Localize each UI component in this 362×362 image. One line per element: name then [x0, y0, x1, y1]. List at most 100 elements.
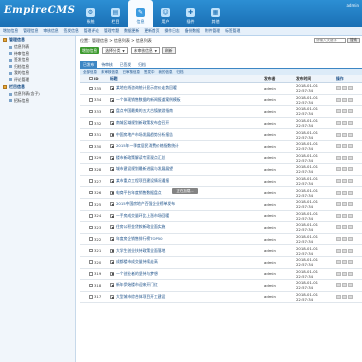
- view-button[interactable]: [348, 271, 353, 276]
- edit-button[interactable]: [336, 260, 341, 265]
- edit-button[interactable]: [336, 97, 341, 102]
- menu-item[interactable]: 签发信息: [64, 28, 79, 34]
- refresh-button[interactable]: 刷新: [161, 47, 176, 54]
- row-checkbox[interactable]: [89, 202, 93, 206]
- delete-button[interactable]: [342, 213, 347, 218]
- delete-button[interactable]: [342, 271, 347, 276]
- row-checkbox[interactable]: [89, 86, 93, 91]
- category-select[interactable]: 选择分类 ▼: [102, 47, 128, 54]
- nav-tab-2[interactable]: ✎ 信息: [128, 0, 153, 27]
- nav-tab-4[interactable]: ✚ 插件: [178, 0, 203, 27]
- filter-link[interactable]: 归档: [177, 70, 184, 75]
- row-title-link[interactable]: 大学生创业扶持政策全面落地: [116, 248, 165, 254]
- menu-item[interactable]: 附件管理: [205, 28, 220, 34]
- edit-button[interactable]: [336, 132, 341, 137]
- filter-select[interactable]: 未审核信息 ▼: [130, 47, 160, 54]
- edit-button[interactable]: [336, 271, 341, 276]
- edit-button[interactable]: [336, 121, 341, 126]
- row-title-link[interactable]: 楼市新政策解读专家观点汇总: [116, 155, 165, 161]
- edit-button[interactable]: [336, 167, 341, 172]
- edit-button[interactable]: [336, 202, 341, 207]
- row-title-link[interactable]: 大型城市综合体项目开工建设: [116, 294, 165, 300]
- menu-item[interactable]: 操作日志: [165, 28, 180, 34]
- view-button[interactable]: [348, 86, 353, 91]
- menu-item[interactable]: 管理信息: [23, 28, 38, 34]
- row-checkbox[interactable]: [89, 167, 93, 172]
- view-button[interactable]: [348, 294, 353, 299]
- row-title-link[interactable]: 一个体现销售数据的新闻报道案例模板: [116, 97, 181, 103]
- row-title-link[interactable]: 一手房成交量环比上涨市场回暖: [116, 213, 169, 219]
- tab-3[interactable]: 归档: [135, 61, 149, 68]
- menu-item[interactable]: 数据更新: [124, 28, 139, 34]
- sidebar-group[interactable]: 管理信息: [0, 36, 75, 44]
- search-input[interactable]: [314, 37, 346, 43]
- view-button[interactable]: [348, 283, 353, 288]
- view-button[interactable]: [348, 121, 353, 126]
- row-title-link[interactable]: 2015中国房地产百强企业榜单发布: [116, 201, 175, 207]
- delete-button[interactable]: [342, 86, 347, 91]
- delete-button[interactable]: [342, 283, 347, 288]
- delete-button[interactable]: [342, 237, 347, 242]
- delete-button[interactable]: [342, 97, 347, 102]
- view-button[interactable]: [348, 144, 353, 149]
- delete-button[interactable]: [342, 202, 347, 207]
- filter-link[interactable]: 签发中: [144, 70, 155, 75]
- edit-button[interactable]: [336, 294, 341, 299]
- search-button[interactable]: 搜索: [347, 37, 360, 43]
- delete-button[interactable]: [342, 132, 347, 137]
- delete-button[interactable]: [342, 109, 347, 114]
- delete-button[interactable]: [342, 190, 347, 195]
- row-checkbox[interactable]: [89, 156, 93, 160]
- row-checkbox[interactable]: [89, 237, 93, 241]
- edit-button[interactable]: [336, 155, 341, 160]
- row-checkbox[interactable]: [89, 272, 93, 276]
- row-checkbox[interactable]: [89, 283, 93, 288]
- row-title-link[interactable]: 一个创业者的坚持与梦想: [116, 271, 158, 277]
- view-button[interactable]: [348, 109, 353, 114]
- row-checkbox[interactable]: [89, 132, 93, 137]
- filter-link[interactable]: 我的信息: [159, 70, 173, 75]
- sidebar-item[interactable]: 招标信息: [0, 98, 75, 105]
- edit-button[interactable]: [336, 179, 341, 184]
- view-button[interactable]: [348, 132, 353, 137]
- filter-link[interactable]: 全部信息: [83, 70, 97, 75]
- filter-link[interactable]: 未审核信息: [101, 70, 119, 75]
- row-title-link[interactable]: 2015年一季度居民消费价格指数统计: [116, 143, 179, 149]
- edit-button[interactable]: [336, 213, 341, 218]
- row-title-link[interactable]: 住房公积金贷款新政全面实施: [116, 224, 165, 230]
- row-title-link[interactable]: 成都楼市成交量持续走高: [116, 259, 158, 265]
- view-button[interactable]: [348, 213, 353, 218]
- sidebar-group[interactable]: 栏目信息: [0, 83, 75, 91]
- menu-item[interactable]: 标签管理: [225, 28, 240, 34]
- view-button[interactable]: [348, 190, 353, 195]
- row-checkbox[interactable]: [89, 144, 93, 149]
- edit-button[interactable]: [336, 237, 341, 242]
- view-button[interactable]: [348, 225, 353, 230]
- tab-2[interactable]: 已签发: [117, 61, 134, 68]
- edit-button[interactable]: [336, 144, 341, 149]
- select-all-checkbox[interactable]: [89, 76, 93, 81]
- row-title-link[interactable]: 中国房地产市场发展趋势分析报告: [116, 132, 173, 138]
- row-checkbox[interactable]: [89, 190, 93, 195]
- view-button[interactable]: [348, 260, 353, 265]
- view-button[interactable]: [348, 237, 353, 242]
- row-checkbox[interactable]: [89, 225, 93, 230]
- nav-tab-0[interactable]: ⚙ 系统: [78, 0, 103, 27]
- current-user[interactable]: admin: [346, 3, 359, 8]
- delete-button[interactable]: [342, 260, 347, 265]
- nav-tab-1[interactable]: ▤ 栏目: [103, 0, 128, 27]
- view-button[interactable]: [348, 97, 353, 102]
- add-info-button[interactable]: 增加信息: [80, 47, 100, 54]
- edit-button[interactable]: [336, 283, 341, 288]
- menu-item[interactable]: 增加信息: [3, 28, 18, 34]
- view-button[interactable]: [348, 167, 353, 172]
- edit-button[interactable]: [336, 190, 341, 195]
- row-title-link[interactable]: 电商平台年度销售数据盘点: [116, 190, 162, 196]
- tab-1[interactable]: 待审核: [98, 61, 115, 68]
- delete-button[interactable]: [342, 248, 347, 253]
- menu-item[interactable]: 更新首页: [144, 28, 159, 34]
- delete-button[interactable]: [342, 167, 347, 172]
- row-title-link[interactable]: 某市重点工程项目建设情况通报: [116, 178, 169, 184]
- row-title-link[interactable]: 年度房企销售排行榜TOP50: [116, 236, 163, 242]
- row-title-link[interactable]: 新年伊始楼市迎来开门红: [116, 282, 158, 288]
